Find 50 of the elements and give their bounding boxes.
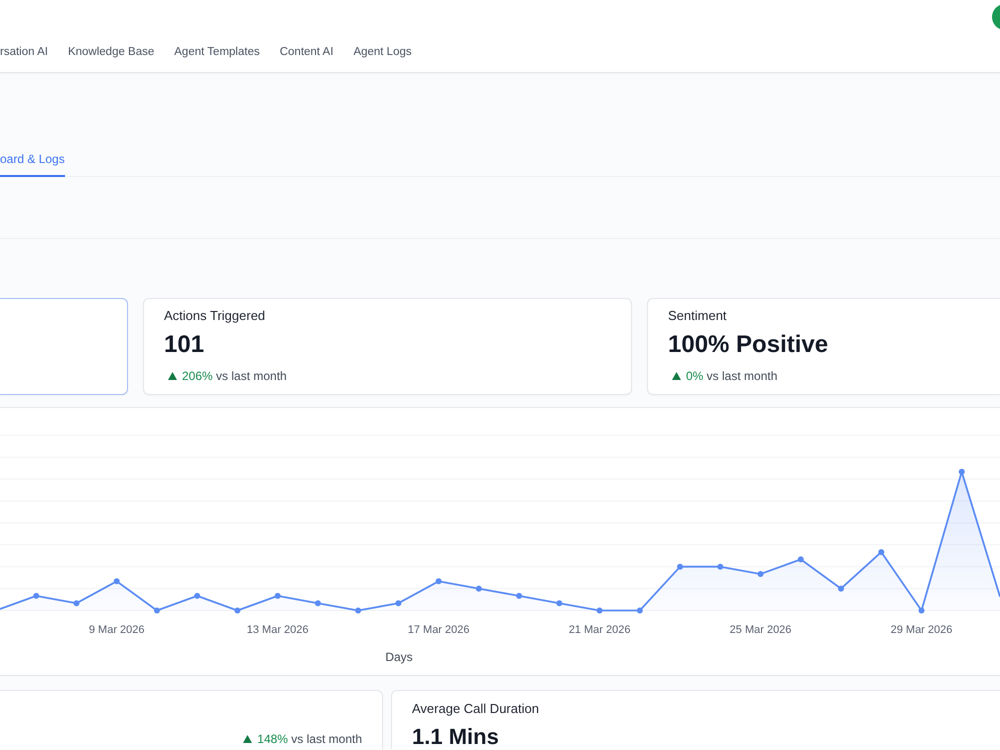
- change-text: 206% vs last month: [182, 368, 287, 384]
- change-text: 148% vs last month: [257, 731, 362, 747]
- x-axis-label: 9 Mar 2026: [88, 624, 145, 636]
- nav-link[interactable]: Agent Templates: [174, 45, 260, 59]
- data-point: [556, 600, 562, 606]
- data-point: [476, 586, 482, 592]
- data-point: [114, 578, 120, 584]
- data-point: [758, 571, 764, 577]
- data-point: [274, 592, 281, 599]
- data-point: [878, 549, 884, 556]
- data-point: [958, 468, 965, 475]
- x-axis-label: 21 Mar 2026: [568, 624, 630, 636]
- card-value: 101: [164, 330, 206, 360]
- x-axis-label: 17 Mar 2026: [408, 624, 470, 636]
- card-title: Sentiment: [668, 309, 728, 323]
- metric-card[interactable]: [0, 298, 128, 395]
- data-point: [838, 586, 844, 592]
- data-point: [596, 608, 603, 614]
- data-point: [516, 592, 522, 599]
- data-point: [717, 564, 724, 570]
- data-point: [33, 592, 40, 599]
- x-axis-label: 29 Mar 2026: [890, 624, 952, 636]
- x-axis-label: 13 Mar 2026: [246, 624, 309, 636]
- data-point: [636, 608, 643, 614]
- data-point: [436, 578, 442, 584]
- axis-title: Days: [385, 650, 413, 664]
- data-point: [194, 592, 200, 599]
- avatar-icon[interactable]: [992, 4, 1000, 30]
- data-point: [798, 556, 804, 562]
- data-point: [355, 608, 362, 614]
- tab[interactable]: oard & Logs: [0, 141, 65, 177]
- metric-card[interactable]: Actions Triggered 101 206% vs last month: [143, 298, 632, 395]
- x-axis-label: 25 Mar 2026: [730, 624, 792, 636]
- metric-card[interactable]: Sentiment 100% Positive 0% vs last month: [647, 298, 1000, 395]
- data-point: [395, 600, 402, 606]
- nav-link[interactable]: Content AI: [280, 45, 334, 59]
- nav-link[interactable]: Knowledge Base: [68, 45, 154, 59]
- data-point: [234, 608, 240, 614]
- data-point: [314, 600, 321, 606]
- data-point: [73, 600, 80, 606]
- data-point: [918, 608, 924, 614]
- card-value: 1.1 Mins: [412, 724, 499, 750]
- nav-link[interactable]: rsation AI: [0, 45, 48, 59]
- card-title: Actions Triggered: [164, 309, 266, 323]
- change-text: 0% vs last month: [686, 368, 778, 384]
- nav-link[interactable]: Agent Logs: [353, 45, 412, 59]
- data-point: [154, 608, 160, 614]
- card-title: Average Call Duration: [412, 702, 539, 716]
- data-point: [677, 564, 684, 570]
- card-value: 100% Positive: [668, 330, 830, 360]
